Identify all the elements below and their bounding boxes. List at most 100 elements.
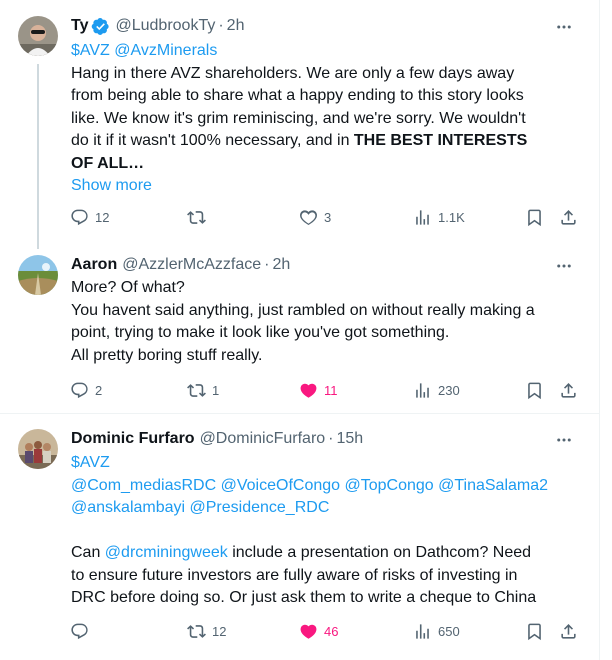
text-line: point, trying to make it look like you'v… [71,324,450,341]
verified-badge-icon [91,17,110,36]
bookmark-button[interactable] [525,205,544,229]
tweet[interactable]: Aaron @AzzlerMcAzzface · 2h More? Of wha… [0,245,600,415]
views-button[interactable]: 230 [413,378,460,402]
mention-link[interactable]: @drcminingweek [105,544,228,561]
views-button[interactable]: 1.1K [413,205,465,229]
text-line: like. We know it's grim reminiscing, and… [71,109,526,127]
more-icon[interactable] [554,256,574,276]
timeline: Ty @LudbrookTy · 2h $AVZ @AvzMinerals Ha… [0,0,600,660]
tweet-header: Dominic Furfaro @DominicFurfaro · 15h [71,428,363,450]
text-line: to ensure future investors are fully awa… [71,566,518,584]
retweet-button[interactable] [187,205,212,229]
tweet-actions: 2 1 11 230 [70,378,590,402]
reply-icon [71,209,88,225]
reply-icon [71,623,88,639]
retweet-icon [187,624,206,638]
views-count: 230 [438,382,460,398]
like-count: 46 [324,623,339,639]
retweet-icon [187,383,206,397]
bookmark-button[interactable] [525,619,544,643]
display-name[interactable]: Aaron [71,256,117,274]
text-span: include a presentation on Dathcom? Need [227,544,532,561]
tweet[interactable]: Ty @LudbrookTy · 2h $AVZ @AvzMinerals Ha… [0,0,600,249]
tweet-text: $AVZ @Com_mediasRDC @VoiceOfCongo @TopCo… [71,452,591,610]
share-icon [561,382,576,398]
views-icon [416,209,429,225]
like-count: 3 [324,209,332,225]
tweet-actions: 12 3 1.1K [70,205,590,229]
like-count: 11 [324,382,338,398]
bold-text: THE BEST INTERESTS [353,132,528,149]
text-line: Hang in there AVZ shareholders. We are o… [71,64,515,82]
bold-text: OF ALL… [71,154,145,172]
retweet-button[interactable]: 1 [187,378,219,402]
share-button[interactable] [559,205,578,229]
like-button[interactable]: 11 [299,378,338,402]
mentions-line[interactable]: @anskalambayi @Presidence_RDC [71,497,591,520]
reply-button[interactable]: 12 [70,205,109,229]
share-button[interactable] [559,378,578,402]
reply-count: 2 [95,382,103,398]
more-icon[interactable] [554,430,574,450]
like-icon [300,209,317,225]
share-icon [561,623,576,639]
reply-button[interactable] [70,619,95,643]
more-icon[interactable] [554,17,574,37]
share-icon [561,209,576,225]
user-handle[interactable]: @LudbrookTy [115,17,215,35]
separator-dot: · [328,430,334,447]
text-line: from being able to share what a happy en… [71,87,524,104]
tweet-divider [0,413,600,414]
mentions-line[interactable]: @Com_mediasRDC @VoiceOfCongo @TopCongo @… [71,475,591,498]
views-count: 650 [438,623,460,639]
reply-count: 12 [95,209,110,225]
timestamp[interactable]: 2h [273,256,291,274]
bookmark-icon [528,382,541,399]
tweet-text: $AVZ @AvzMinerals Hang in there AVZ shar… [71,40,591,198]
text-line: More? Of what? [71,279,185,296]
avatar[interactable] [18,429,58,469]
views-icon [416,382,429,398]
views-count: 1.1K [438,209,465,225]
display-name[interactable]: Ty [71,17,88,35]
views-icon [416,623,429,639]
text-span: Can [71,544,105,561]
reply-button[interactable]: 2 [70,378,102,402]
cashtag[interactable]: $AVZ [71,452,591,475]
avatar[interactable] [18,16,58,56]
reply-icon [71,382,88,398]
text-line: do it if it wasn't 100% necessary, and i… [71,130,591,153]
text-line: DRC before doing so. Or just ask them to… [71,589,537,606]
text-line: All pretty boring stuff really. [71,346,263,364]
text-line: You havent said anything, just rambled o… [71,301,535,319]
tweet-actions: 12 46 650 [70,619,590,643]
like-button[interactable]: 3 [299,205,331,229]
retweet-count: 12 [212,623,227,639]
timestamp[interactable]: 15h [337,430,364,448]
thread-line [37,64,39,249]
timestamp[interactable]: 2h [227,17,245,35]
retweet-button[interactable]: 12 [187,619,226,643]
tweet-header: Aaron @AzzlerMcAzzface · 2h [71,254,290,276]
tweet-text: More? Of what? You havent said anything,… [71,277,591,367]
avatar[interactable] [18,255,58,295]
retweet-icon [187,210,206,224]
bookmark-icon [528,623,541,640]
views-button[interactable]: 650 [413,619,460,643]
tweet-header: Ty @LudbrookTy · 2h [71,15,244,37]
like-icon [300,383,317,398]
display-name[interactable]: Dominic Furfaro [71,430,195,448]
show-more-link[interactable]: Show more [71,175,591,198]
tweet[interactable]: Dominic Furfaro @DominicFurfaro · 15h $A… [0,415,600,660]
cashtag-mention-line[interactable]: $AVZ @AvzMinerals [71,40,591,63]
user-handle[interactable]: @DominicFurfaro [200,430,326,448]
share-button[interactable] [559,619,578,643]
like-button[interactable]: 46 [299,619,338,643]
separator-dot: · [218,17,224,34]
like-icon [300,624,317,639]
text-span: do it if it wasn't 100% necessary, and i… [71,132,354,149]
user-handle[interactable]: @AzzlerMcAzzface [122,256,261,274]
bookmark-button[interactable] [525,378,544,402]
retweet-count: 1 [212,382,220,398]
